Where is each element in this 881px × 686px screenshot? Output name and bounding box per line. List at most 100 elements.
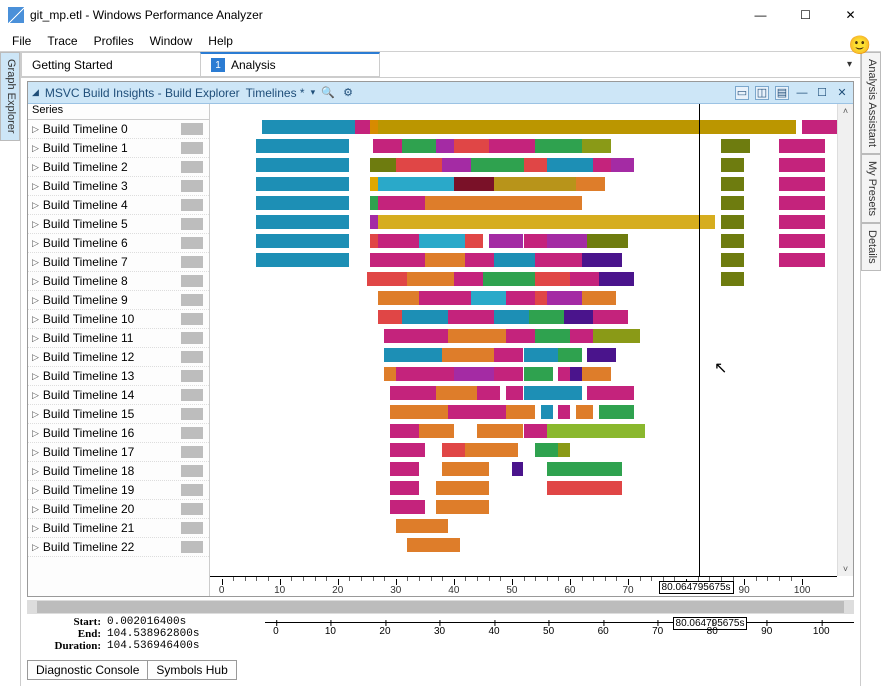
tab-overflow-button[interactable]: ▾ (839, 59, 860, 70)
menu-trace[interactable]: Trace (39, 32, 85, 50)
series-row[interactable]: ▷Build Timeline 9 (28, 291, 209, 310)
timeline-segment[interactable] (454, 177, 495, 191)
expand-icon[interactable]: ▷ (32, 428, 39, 439)
expand-icon[interactable]: ▷ (32, 371, 39, 382)
series-row[interactable]: ▷Build Timeline 1 (28, 139, 209, 158)
timeline-segment[interactable] (779, 139, 825, 153)
time-marker[interactable] (699, 104, 700, 576)
timeline-segment[interactable] (570, 367, 582, 381)
timeline-segment[interactable] (454, 367, 495, 381)
expand-icon[interactable]: ▷ (32, 485, 39, 496)
series-row[interactable]: ▷Build Timeline 19 (28, 481, 209, 500)
overview-axis[interactable]: 80.064795675s 0102030405060708090100 (265, 616, 854, 650)
timeline-segment[interactable] (256, 196, 349, 210)
tab-diagnostic-console[interactable]: Diagnostic Console (27, 660, 148, 680)
series-row[interactable]: ▷Build Timeline 7 (28, 253, 209, 272)
timeline-segment[interactable] (454, 272, 483, 286)
series-row[interactable]: ▷Build Timeline 20 (28, 500, 209, 519)
timeline-segment[interactable] (471, 291, 506, 305)
timeline-segment[interactable] (256, 158, 349, 172)
vertical-scrollbar[interactable]: ˄ ˅ (837, 104, 853, 576)
left-tab-graph-explorer[interactable]: Graph Explorer (0, 52, 20, 141)
timeline-segment[interactable] (721, 272, 744, 286)
series-row[interactable]: ▷Build Timeline 18 (28, 462, 209, 481)
timeline-segment[interactable] (494, 310, 529, 324)
timeline-segment[interactable] (524, 367, 553, 381)
tab-analysis[interactable]: 1 Analysis (200, 52, 380, 77)
timeline-segment[interactable] (448, 329, 506, 343)
close-button[interactable]: ✕ (828, 1, 873, 29)
timeline-segment[interactable] (402, 139, 437, 153)
timeline-segment[interactable] (390, 386, 436, 400)
timeline-segment[interactable] (396, 367, 454, 381)
timeline-segment[interactable] (494, 348, 523, 362)
timeline-segment[interactable] (599, 405, 634, 419)
timeline-segment[interactable] (378, 310, 401, 324)
timeline-segment[interactable] (541, 405, 553, 419)
series-row[interactable]: ▷Build Timeline 17 (28, 443, 209, 462)
timeline-segment[interactable] (378, 234, 419, 248)
minimize-button[interactable]: — (738, 1, 783, 29)
maximize-button[interactable]: ☐ (783, 1, 828, 29)
series-row[interactable]: ▷Build Timeline 16 (28, 424, 209, 443)
timeline-segment[interactable] (396, 519, 448, 533)
timeline-segment[interactable] (524, 348, 559, 362)
right-tab-my-presets[interactable]: My Presets (861, 154, 881, 223)
scrollbar-thumb[interactable] (37, 601, 844, 613)
timeline-segment[interactable] (465, 405, 506, 419)
settings-icon[interactable]: ⚙ (341, 86, 355, 100)
timeline-segment[interactable] (587, 348, 616, 362)
expand-icon[interactable]: ▷ (32, 447, 39, 458)
series-row[interactable]: ▷Build Timeline 11 (28, 329, 209, 348)
timeline-segment[interactable] (512, 462, 524, 476)
timeline-segment[interactable] (390, 443, 425, 457)
expand-icon[interactable]: ▷ (32, 466, 39, 477)
timeline-segment[interactable] (442, 443, 465, 457)
timeline-segment[interactable] (384, 348, 442, 362)
menu-help[interactable]: Help (200, 32, 241, 50)
timeline-segment[interactable] (419, 424, 454, 438)
expand-icon[interactable]: ▷ (32, 219, 39, 230)
right-tab-details[interactable]: Details (861, 223, 881, 271)
timeline-segment[interactable] (721, 215, 744, 229)
timeline-segment[interactable] (529, 310, 564, 324)
timeline-tracks[interactable] (210, 120, 837, 576)
timeline-segment[interactable] (721, 177, 744, 191)
timeline-segment[interactable] (256, 215, 349, 229)
timeline-segment[interactable] (367, 272, 408, 286)
timeline-segment[interactable] (396, 158, 442, 172)
expand-icon[interactable]: ▷ (32, 352, 39, 363)
series-row[interactable]: ▷Build Timeline 14 (28, 386, 209, 405)
timeline-segment[interactable] (256, 253, 349, 267)
timeline-segment[interactable] (570, 329, 593, 343)
timeline-segment[interactable] (599, 272, 634, 286)
timeline-segment[interactable] (535, 272, 570, 286)
timeline-segment[interactable] (547, 462, 622, 476)
timeline-segment[interactable] (454, 139, 489, 153)
timeline-segment[interactable] (390, 462, 419, 476)
timeline-segment[interactable] (582, 253, 623, 267)
timeline-segment[interactable] (593, 329, 639, 343)
timeline-segment[interactable] (378, 120, 796, 134)
timeline-segment[interactable] (547, 158, 593, 172)
tab-getting-started[interactable]: Getting Started (21, 52, 201, 77)
scroll-up-icon[interactable]: ˄ (843, 104, 848, 118)
timeline-segment[interactable] (370, 196, 379, 210)
timeline-segment[interactable] (570, 272, 599, 286)
panel-max-icon[interactable]: ☐ (815, 86, 829, 100)
timeline-segment[interactable] (721, 158, 744, 172)
timeline-segment[interactable] (465, 253, 494, 267)
series-row[interactable]: ▷Build Timeline 6 (28, 234, 209, 253)
timeline-segment[interactable] (506, 291, 535, 305)
timeline-segment[interactable] (779, 253, 825, 267)
expand-icon[interactable]: ▷ (32, 200, 39, 211)
expand-icon[interactable]: ▷ (32, 124, 39, 135)
timeline-segment[interactable] (593, 310, 628, 324)
timeline-segment[interactable] (436, 481, 488, 495)
timeline-segment[interactable] (477, 386, 500, 400)
timeline-segment[interactable] (425, 253, 466, 267)
timeline-segment[interactable] (779, 234, 825, 248)
timeline-segment[interactable] (524, 234, 547, 248)
timeline-segment[interactable] (721, 139, 750, 153)
timeline-segment[interactable] (436, 500, 488, 514)
